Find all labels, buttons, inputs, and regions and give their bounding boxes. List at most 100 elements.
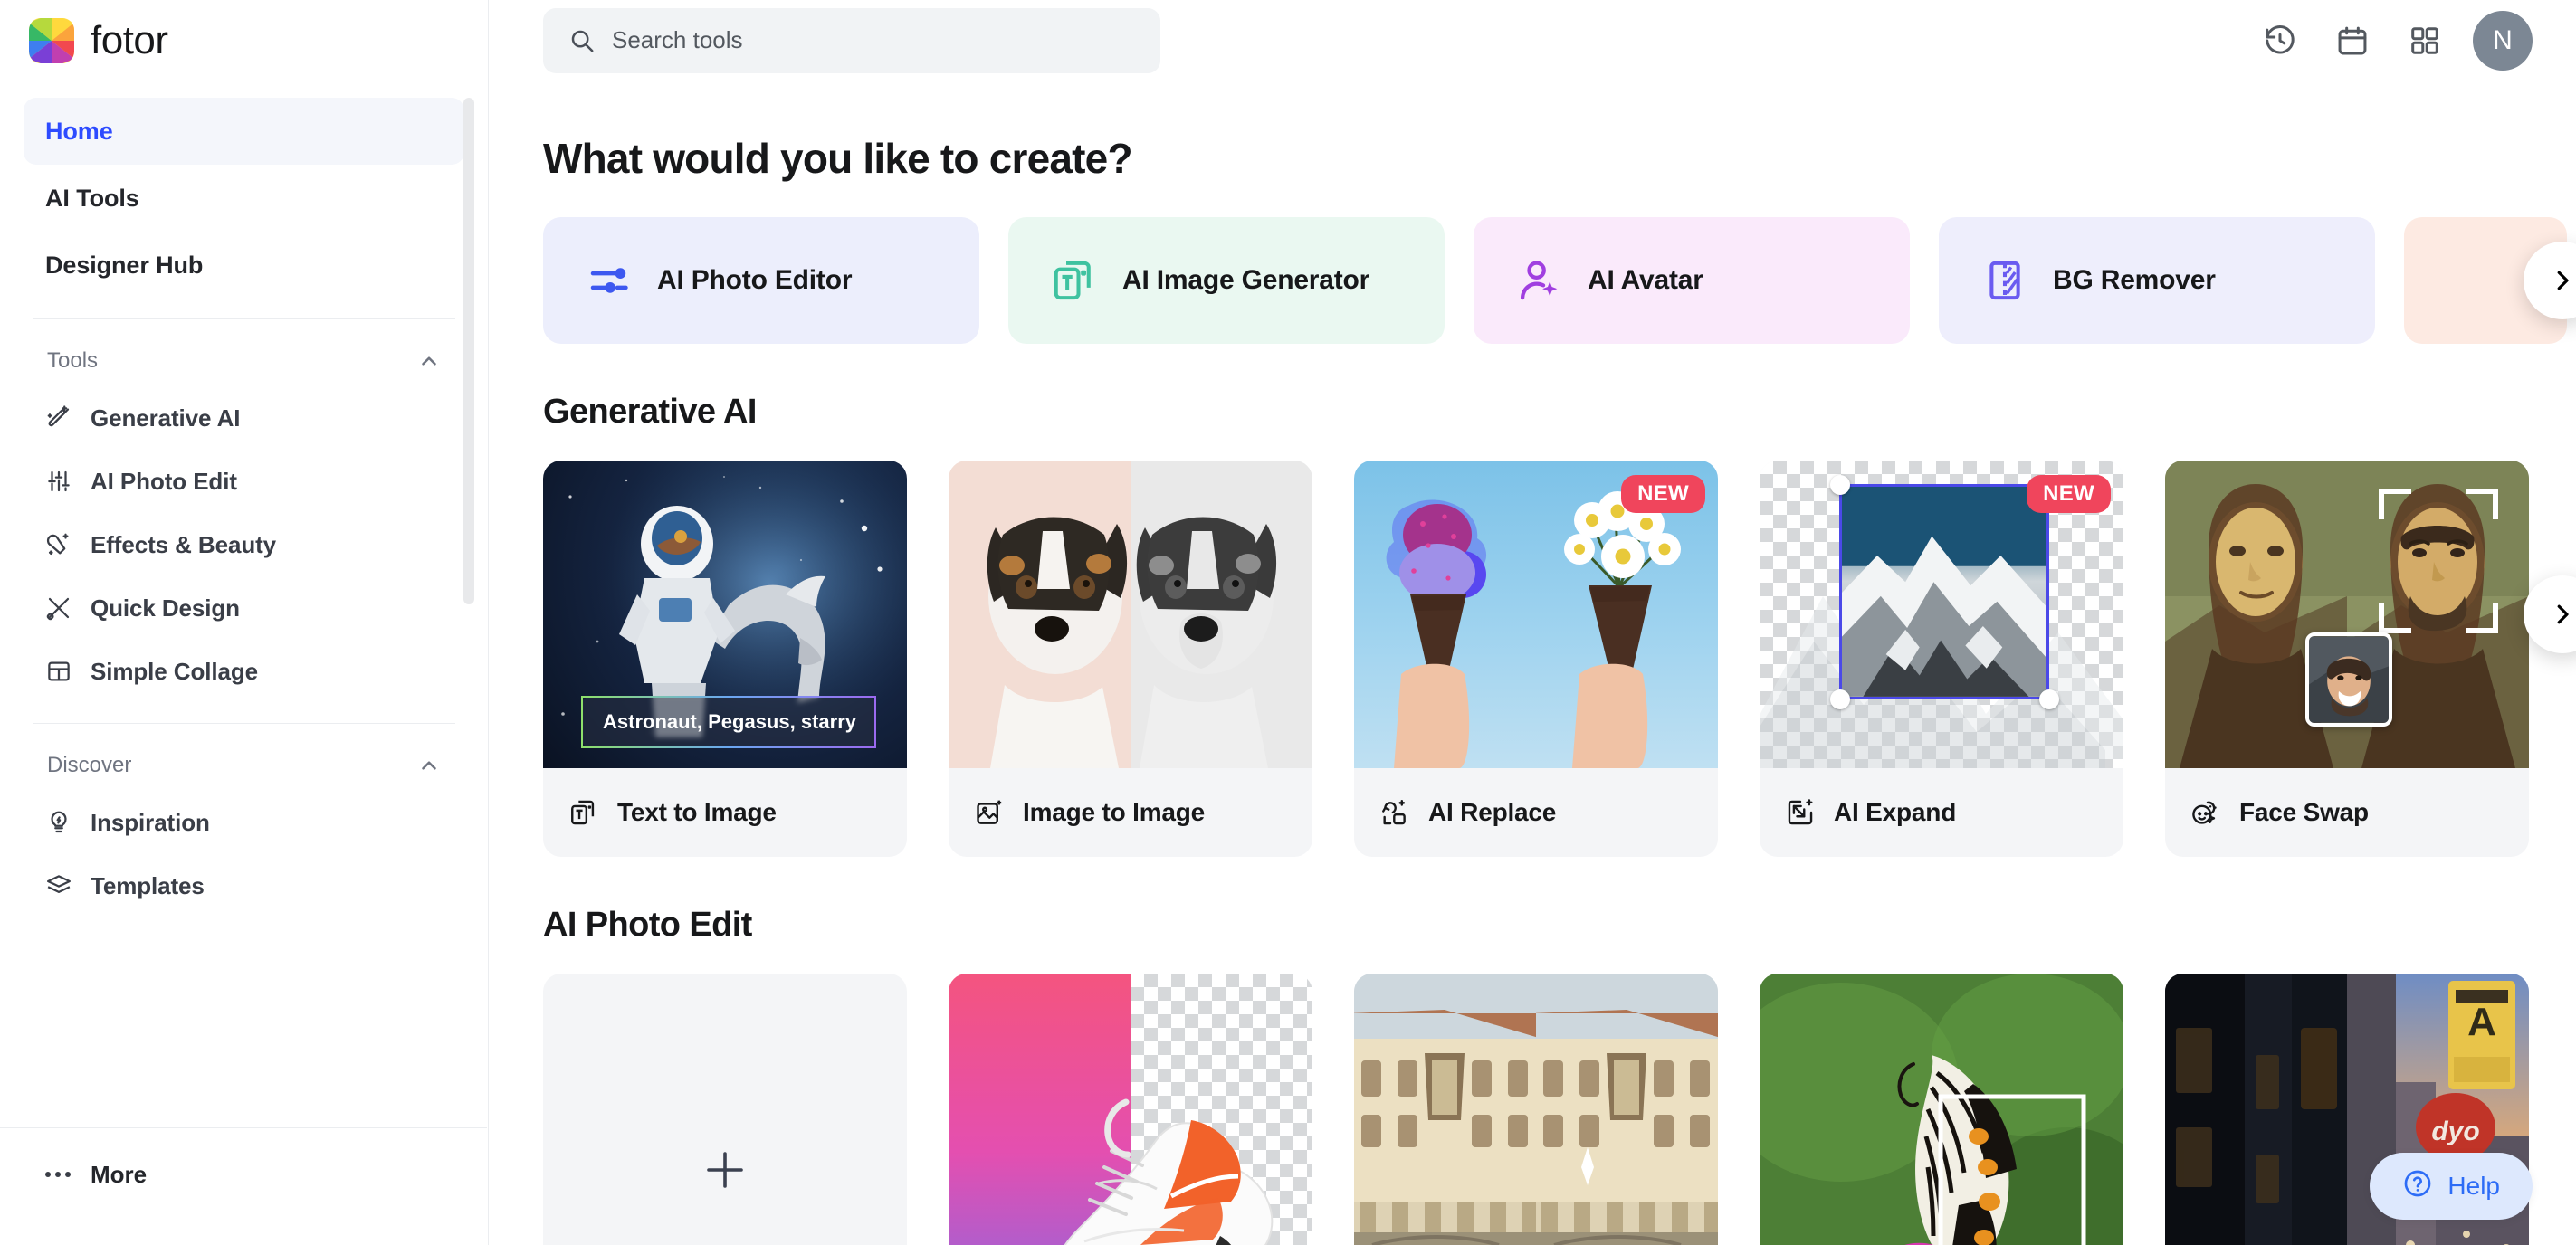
sidebar-group-discover[interactable]: Discover <box>24 740 464 791</box>
sidebar-item-generative-ai[interactable]: Generative AI <box>24 386 464 450</box>
sidebar-divider <box>33 318 455 319</box>
search-input[interactable] <box>612 26 1135 54</box>
sidebar-item-quick-design[interactable]: Quick Design <box>24 576 464 640</box>
sidebar-item-ai-photo-edit[interactable]: AI Photo Edit <box>24 450 464 513</box>
resize-handle-tl[interactable] <box>1830 475 1850 495</box>
thumb-half-after <box>1131 461 1312 768</box>
expand-selection-box[interactable] <box>1839 484 2049 699</box>
sidebar-item-label: Simple Collage <box>91 657 258 685</box>
tool-card-text-to-image[interactable]: Astronaut, Pegasus, starry Text to Image <box>543 461 907 857</box>
prompt-chip: Astronaut, Pegasus, starry <box>581 696 876 748</box>
sidebar-item-label: Home <box>45 117 113 145</box>
text-to-image-icon <box>568 797 599 828</box>
svg-text:A: A <box>2467 1000 2496 1044</box>
svg-text:dyo: dyo <box>2431 1117 2479 1146</box>
quick-action-ai-image-generator[interactable]: AI Image Generator <box>1008 217 1445 344</box>
calendar-icon[interactable] <box>2335 24 2370 58</box>
carousel-next-button-generative-ai[interactable] <box>2524 575 2576 653</box>
plus-icon <box>701 1145 749 1199</box>
image-sparkle-icon <box>974 797 1005 828</box>
card-thumbnail-monalisa <box>2165 461 2529 768</box>
sidebar-item-home[interactable]: Home <box>24 98 464 165</box>
sidebar-item-inspiration[interactable]: Inspiration <box>24 791 464 854</box>
card-thumbnail-astronaut: Astronaut, Pegasus, starry <box>543 461 907 768</box>
thumb-half-before <box>949 461 1131 768</box>
resize-handle-br[interactable] <box>2039 689 2059 709</box>
topbar: N <box>489 0 2576 81</box>
tool-card-butterfly[interactable] <box>1760 974 2123 1245</box>
quick-action-bg-remover[interactable]: BG Remover <box>1939 217 2375 344</box>
card-label-row: AI Expand <box>1760 768 2123 857</box>
tool-card-face-swap[interactable]: Face Swap <box>2165 461 2529 857</box>
brand-logo[interactable]: fotor <box>0 0 488 81</box>
sidebar-item-designer-hub[interactable]: Designer Hub <box>24 232 464 299</box>
bg-remover-icon <box>1980 256 2029 305</box>
upload-card[interactable] <box>543 974 907 1245</box>
resize-handle-bl[interactable] <box>1830 689 1850 709</box>
sidebar: fotor Home AI Tools Designer Hub Tools G… <box>0 0 489 1245</box>
thumb-half-before <box>1354 974 1536 1245</box>
tool-card-image-to-image[interactable]: Image to Image <box>949 461 1312 857</box>
thumb-half-before <box>1354 461 1536 768</box>
layers-icon <box>45 872 72 899</box>
card-thumbnail-mountain: NEW <box>1760 461 2123 768</box>
sidebar-item-label: AI Tools <box>45 184 139 212</box>
history-icon[interactable] <box>2263 24 2297 58</box>
ellipsis-icon <box>45 1172 72 1177</box>
help-button[interactable]: Help <box>2370 1153 2533 1220</box>
sidebar-item-effects-beauty[interactable]: Effects & Beauty <box>24 513 464 576</box>
page-title: What would you like to create? <box>543 135 1133 182</box>
sidebar-item-label: Designer Hub <box>45 251 204 279</box>
magic-wand-sparkle-icon <box>45 404 72 432</box>
sidebar-item-templates[interactable]: Templates <box>24 854 464 917</box>
section-ai-photo-edit: AI Photo Edit A dyo <box>543 906 2576 1245</box>
quick-action-ai-avatar[interactable]: AI Avatar <box>1474 217 1910 344</box>
sidebar-group-tools[interactable]: Tools <box>24 336 464 386</box>
quick-actions-carousel: AI Photo Editor AI Image Generator AI Av… <box>543 217 2576 344</box>
sidebar-scrollbar[interactable] <box>463 98 474 604</box>
avatar-sparkle-icon <box>1515 256 1564 305</box>
main-area: N What would you like to create? AI P <box>489 0 2576 1245</box>
sliders-icon <box>45 468 72 495</box>
card-label-row: AI Replace <box>1354 768 1718 857</box>
card-thumbnail-sneaker <box>949 974 1312 1245</box>
chevron-up-icon[interactable] <box>417 349 441 373</box>
sidebar-item-more[interactable]: More <box>24 1143 463 1206</box>
sidebar-item-label: Generative AI <box>91 404 241 432</box>
badge-new: NEW <box>1621 475 1705 513</box>
card-label-row: Image to Image <box>949 768 1312 857</box>
collage-grid-icon <box>45 658 72 685</box>
sidebar-group-label: Discover <box>47 753 132 777</box>
sidebar-item-label: Inspiration <box>91 808 210 836</box>
card-label: AI Expand <box>1834 798 1957 826</box>
section-title: Generative AI <box>543 393 757 431</box>
quick-action-label: AI Image Generator <box>1122 265 1370 295</box>
lightbulb-icon <box>45 809 72 836</box>
sidebar-item-label: Templates <box>91 871 205 899</box>
avatar[interactable]: N <box>2473 10 2533 71</box>
sidebar-item-label: Quick Design <box>91 594 240 622</box>
search-icon <box>568 27 596 54</box>
tool-card-ai-expand[interactable]: NEW AI Expand <box>1760 461 2123 857</box>
search-box[interactable] <box>543 7 1160 73</box>
sidebar-item-simple-collage[interactable]: Simple Collage <box>24 640 464 703</box>
source-face-thumbnail <box>2305 632 2392 727</box>
ai-expand-icon <box>1785 797 1816 828</box>
tool-card-sneaker[interactable] <box>949 974 1312 1245</box>
sidebar-item-label: More <box>91 1160 148 1188</box>
crossed-wands-icon <box>45 594 72 622</box>
card-label-row: Face Swap <box>2165 768 2529 857</box>
brand-name: fotor <box>91 18 168 62</box>
text-to-image-icon <box>1050 256 1099 305</box>
sidebar-item-ai-tools[interactable]: AI Tools <box>24 165 464 232</box>
card-label: AI Replace <box>1428 798 1557 826</box>
tool-card-object-removal[interactable] <box>1354 974 1718 1245</box>
tool-card-ai-replace[interactable]: NEW AI Replace <box>1354 461 1718 857</box>
sliders-icon <box>585 256 634 305</box>
quick-actions-row: AI Photo Editor AI Image Generator AI Av… <box>543 217 2576 344</box>
quick-action-label: BG Remover <box>2053 265 2216 295</box>
quick-action-ai-photo-editor[interactable]: AI Photo Editor <box>543 217 979 344</box>
apps-grid-icon[interactable] <box>2408 24 2442 58</box>
chevron-up-icon[interactable] <box>417 754 441 777</box>
card-label-row: Text to Image <box>543 768 907 857</box>
